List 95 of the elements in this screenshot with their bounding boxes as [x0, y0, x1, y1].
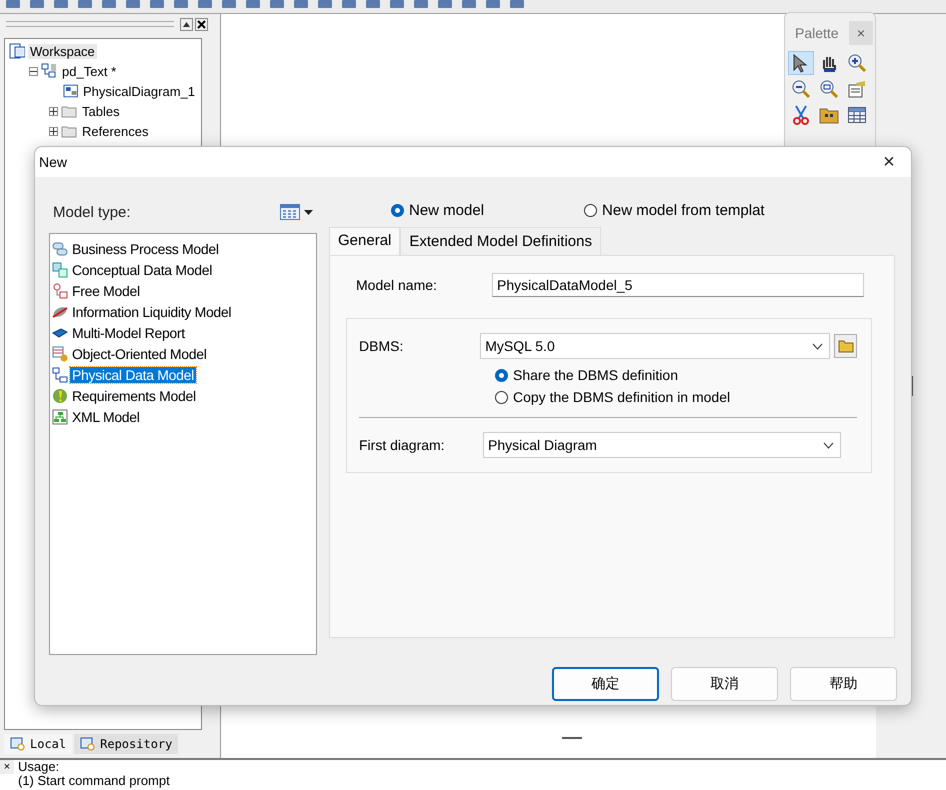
toolbar-icon[interactable]	[150, 0, 164, 8]
tree-item[interactable]: PhysicalDiagram_1	[81, 84, 197, 98]
tab[interactable]: Extended Model Definitions	[400, 227, 601, 255]
expand-button[interactable]	[49, 106, 58, 116]
radio-button[interactable]: Share the DBMS definition	[495, 367, 857, 383]
close-button[interactable]: ×	[849, 21, 873, 45]
field-label: First diagram:	[359, 437, 446, 453]
list-item[interactable]: Free Model	[70, 282, 142, 298]
zoom-fit-icon	[819, 79, 839, 99]
radio-button[interactable]: New model from templat	[584, 202, 765, 218]
properties-icon	[847, 79, 867, 99]
field-label: Model name:	[355, 277, 438, 293]
tree-item[interactable]: Tables	[80, 104, 122, 118]
browser-tab[interactable]: Local	[4, 734, 72, 754]
list-item[interactable]: Multi-Model Report	[70, 324, 187, 340]
list-item[interactable]: Object-Oriented Model	[70, 346, 209, 362]
collapse-button[interactable]	[29, 66, 38, 76]
diagram-icon	[62, 83, 78, 99]
toolbar-icon[interactable]	[6, 0, 20, 8]
list-view-icon	[280, 204, 300, 220]
output-line: (1) Start command prompt	[18, 774, 170, 788]
zoom-in-icon	[847, 53, 867, 73]
toolbar-icon[interactable]	[510, 0, 524, 8]
toolbar-icon[interactable]	[126, 0, 140, 8]
toolbar-icon[interactable]	[342, 0, 356, 8]
toolbar-icon[interactable]	[246, 0, 260, 8]
splitter-handle[interactable]	[562, 737, 582, 739]
output-line: Usage:	[18, 760, 60, 774]
list-item[interactable]: XML Model	[70, 408, 142, 424]
toolbar-icon[interactable]	[270, 0, 284, 8]
view-button[interactable]	[280, 204, 313, 220]
model-type-icon	[52, 346, 68, 362]
scissors-icon	[791, 105, 811, 125]
toolbar-icon[interactable]	[222, 0, 236, 8]
maximize-icon	[180, 18, 193, 30]
window-title: New	[39, 154, 68, 170]
toolbar-icon[interactable]	[462, 0, 476, 8]
model-type-icon	[52, 366, 68, 382]
list-item[interactable]: Requirements Model	[70, 388, 198, 404]
close-button[interactable]: ×	[0, 760, 14, 774]
toolbar-icon[interactable]	[366, 0, 380, 8]
browser-tab[interactable]: Repository	[74, 734, 178, 754]
list-item[interactable]: Business Process Model	[70, 240, 221, 256]
folder-button[interactable]	[834, 334, 857, 358]
dropdown[interactable]: Physical Diagram	[483, 432, 841, 458]
plus-icon	[50, 128, 57, 134]
tree-item[interactable]: pd_Text *	[60, 64, 118, 78]
list-item[interactable]: Physical Data Model	[70, 366, 196, 382]
dropdown[interactable]: MySQL 5.0	[480, 333, 830, 359]
model-type-icon	[52, 282, 68, 298]
radio-button[interactable]: New model	[391, 202, 484, 218]
expand-button[interactable]	[49, 126, 58, 136]
dropdown-value: Physical Diagram	[488, 437, 597, 453]
dialog-button[interactable]: 取消	[671, 667, 778, 701]
model-icon	[41, 63, 57, 79]
chevron-down-icon	[812, 342, 824, 350]
zoom-out-icon	[791, 79, 811, 99]
list-item[interactable]: Conceptual Data Model	[70, 262, 214, 278]
model-type-icon	[52, 388, 68, 404]
tree-item[interactable]: References	[80, 124, 150, 138]
dialog-button[interactable]: 帮助	[790, 667, 897, 701]
model-type-icon	[52, 262, 68, 278]
radio-button[interactable]: Copy the DBMS definition in model	[495, 389, 857, 405]
toolbar-icon[interactable]	[198, 0, 212, 8]
toolbar-icon[interactable]	[30, 0, 44, 8]
toolbar-icon[interactable]	[54, 0, 68, 8]
model-type-icon	[52, 240, 68, 256]
tree-item[interactable]: Workspace	[28, 44, 97, 58]
palette-title: Palette	[795, 25, 839, 41]
toolbar-icon[interactable]	[102, 0, 116, 8]
toolbar-icon[interactable]	[390, 0, 404, 8]
input-field[interactable]: PhysicalDataModel_5	[492, 273, 864, 297]
caret-icon	[304, 210, 313, 214]
toolbar-icon[interactable]	[414, 0, 428, 8]
table-icon	[847, 105, 867, 125]
close-icon	[195, 18, 208, 30]
close-button[interactable]: ×	[867, 147, 911, 177]
toolbar-icon[interactable]	[438, 0, 452, 8]
folder-icon	[838, 339, 854, 353]
model-type-icon	[52, 408, 68, 424]
dialog-button[interactable]: 确定	[552, 667, 659, 701]
plus-icon	[50, 108, 57, 114]
chevron-down-icon	[823, 442, 834, 448]
field-label: DBMS:	[359, 338, 404, 354]
toolbar-icon[interactable]	[78, 0, 92, 8]
toolbar-icon[interactable]	[486, 0, 500, 8]
workspace-icon	[9, 43, 25, 59]
field-label: Model type:	[53, 204, 131, 220]
toolbar-icon[interactable]	[318, 0, 332, 8]
palette-tool[interactable]	[788, 51, 814, 75]
toolbar-icon[interactable]	[294, 0, 308, 8]
list-item[interactable]: Information Liquidity Model	[70, 304, 234, 320]
toolbar-icon[interactable]	[174, 0, 188, 8]
dropdown-value: MySQL 5.0	[485, 338, 555, 354]
tab[interactable]: General	[329, 227, 400, 255]
